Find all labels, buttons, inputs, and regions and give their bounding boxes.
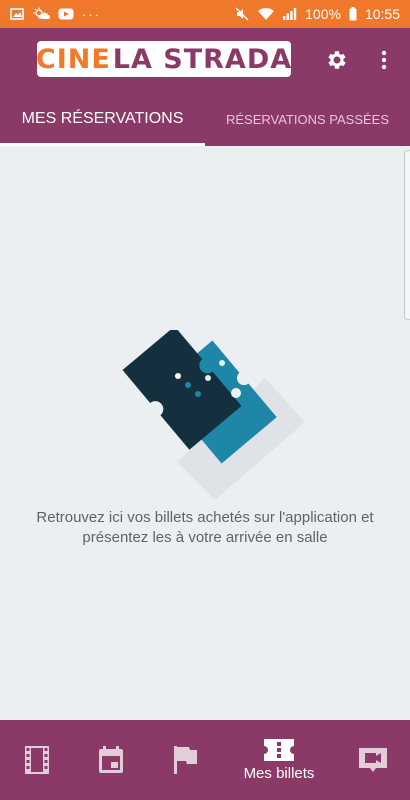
- calendar-icon: [99, 746, 123, 773]
- tab-bar: Mes réservations Réservations passées: [0, 92, 410, 146]
- battery-icon: [349, 7, 357, 21]
- notification-icons: ···: [10, 7, 101, 22]
- ticket-icon: [264, 738, 294, 761]
- tab-mes-reservations[interactable]: Mes réservations: [0, 92, 205, 146]
- nav-item-video[interactable]: [336, 720, 410, 800]
- logo-part-cine: CINE: [37, 43, 111, 75]
- mute-icon: [235, 7, 249, 21]
- gear-icon: [328, 51, 346, 69]
- tickets-illustration: [122, 330, 305, 500]
- overflow-menu-button[interactable]: [372, 46, 396, 74]
- settings-button[interactable]: [322, 46, 352, 74]
- flag-icon: [174, 746, 197, 774]
- tab-reservations-passees[interactable]: Réservations passées: [205, 92, 410, 146]
- status-bar: ··· 100% 10:55: [0, 0, 410, 28]
- app-bar: CINE LA STRADA: [0, 28, 410, 92]
- nav-label-mes-billets: Mes billets: [243, 764, 315, 782]
- battery-percent: 100%: [305, 6, 341, 22]
- image-icon: [10, 8, 24, 20]
- more-dots-icon: ···: [82, 6, 101, 22]
- nav-item-calendar[interactable]: [74, 720, 148, 800]
- app-logo: CINE LA STRADA: [37, 41, 291, 77]
- system-icons: 100% 10:55: [235, 6, 400, 22]
- signal-icon: [283, 8, 297, 20]
- clock: 10:55: [364, 6, 400, 22]
- weather-icon: [33, 7, 50, 19]
- bottom-navigation: Mes billets: [0, 720, 410, 800]
- more-vertical-icon: [381, 50, 387, 70]
- wifi-icon: [258, 7, 275, 20]
- nav-item-films[interactable]: [0, 720, 74, 800]
- youtube-icon: [58, 8, 74, 20]
- empty-state-message: Retrouvez ici vos billets achetés sur l'…: [36, 509, 374, 546]
- nav-item-mes-billets[interactable]: Mes billets: [222, 720, 336, 800]
- video-camera-icon: [359, 748, 387, 772]
- scroll-indicator[interactable]: [404, 150, 410, 320]
- film-strip-icon: [25, 746, 49, 774]
- logo-part-lastrada: LA STRADA: [112, 43, 291, 75]
- nav-item-flag[interactable]: [148, 720, 222, 800]
